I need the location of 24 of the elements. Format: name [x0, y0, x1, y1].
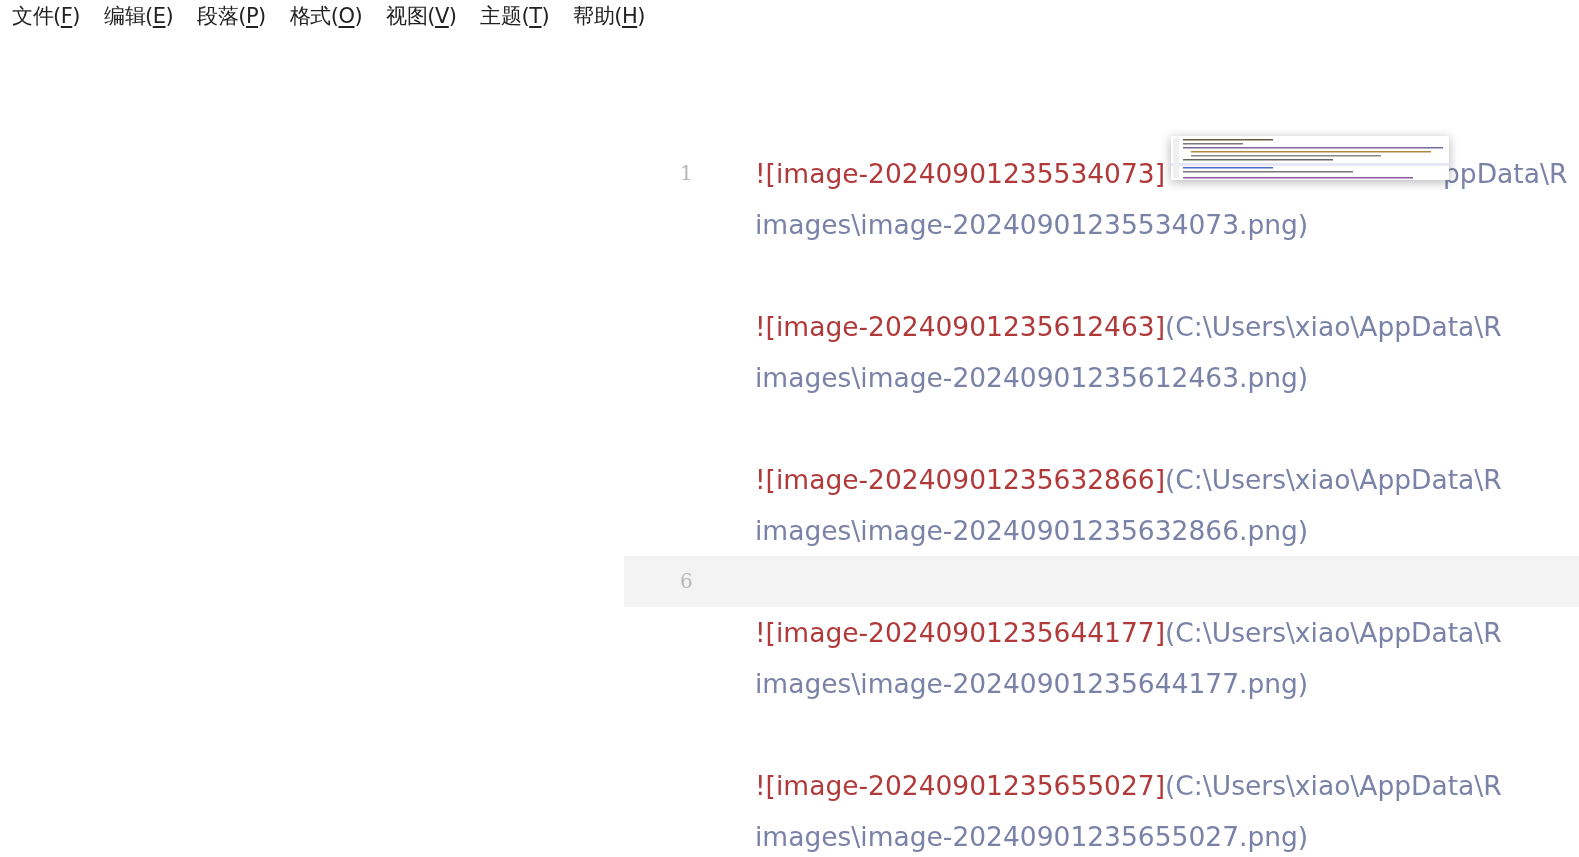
menu-item[interactable]: 帮助(H) [565, 0, 653, 32]
menu-item[interactable]: 文件(F) [4, 0, 88, 32]
menu-item[interactable]: 格式(O) [281, 0, 371, 32]
image-alt-text: ![image-20240901235534073] [755, 157, 1166, 191]
image-path-text: images\image-20240901235632866.png) [755, 514, 1309, 548]
image-path-text: images\image-20240901235655027.png) [755, 820, 1309, 854]
image-path-text: images\image-20240901235612463.png) [755, 361, 1309, 395]
menu-item[interactable]: 段落(P) [189, 0, 274, 32]
line-number: 1 [680, 160, 693, 187]
image-path-text: ppData\R [1443, 157, 1568, 191]
menu-item[interactable]: 编辑(E) [96, 0, 182, 32]
image-path-text: (C:\Users\xiao\AppData\R [1165, 769, 1502, 803]
menu-item[interactable]: 视图(V) [378, 0, 465, 32]
image-path-text: (C:\Users\xiao\AppData\R [1165, 463, 1502, 497]
line-number: 6 [680, 568, 693, 595]
image-path-text: images\image-20240901235644177.png) [755, 667, 1309, 701]
image-alt-text: ![image-20240901235632866] [755, 463, 1166, 497]
image-alt-text: ![image-20240901235644177] [755, 616, 1166, 650]
image-alt-text: ![image-20240901235612463] [755, 310, 1166, 344]
image-path-text: (C:\Users\xiao\AppData\R [1165, 310, 1502, 344]
image-path-text: (C:\Users\xiao\AppData\R [1165, 616, 1502, 650]
image-path-text: images\image-20240901235534073.png) [755, 208, 1309, 242]
menu-item[interactable]: 主题(T) [472, 0, 558, 32]
image-alt-text: ![image-20240901235655027] [755, 769, 1166, 803]
